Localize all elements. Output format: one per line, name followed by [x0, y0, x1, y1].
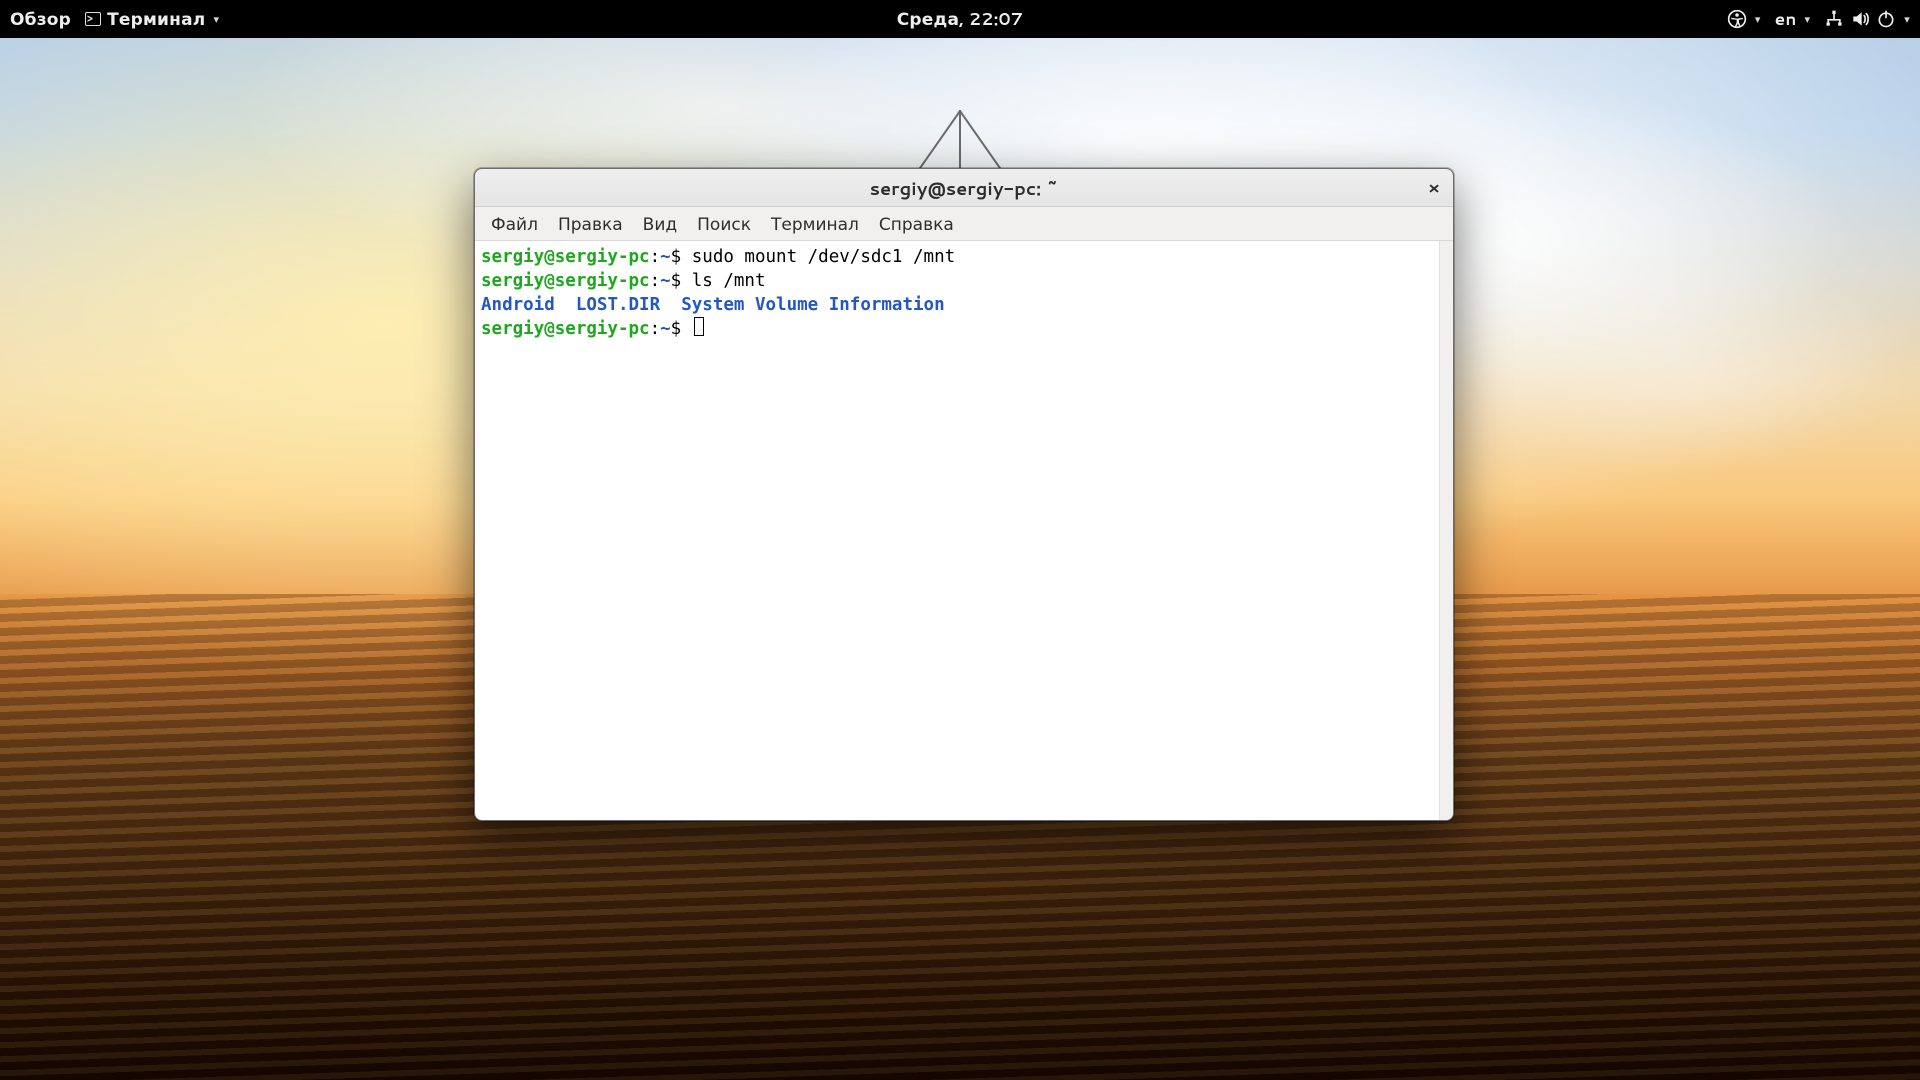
window-titlebar[interactable]: sergiy@sergiy-pc: ~ × — [475, 169, 1453, 207]
terminal-textarea[interactable]: sergiy@sergiy-pc:~$ sudo mount /dev/sdc1… — [475, 241, 1439, 820]
chevron-down-icon: ▾ — [1805, 11, 1811, 27]
network-wired-icon — [1824, 9, 1844, 29]
terminal-window: sergiy@sergiy-pc: ~ × Файл Правка Вид По… — [474, 168, 1454, 821]
volume-icon — [1850, 9, 1870, 29]
gnome-topbar: Обзор Терминал ▾ Среда, 22:07 ▾ en ▾ — [0, 0, 1920, 38]
menu-view[interactable]: Вид — [635, 208, 685, 240]
accessibility-menu[interactable]: ▾ — [1727, 9, 1761, 29]
system-status-area[interactable]: ▾ — [1824, 9, 1910, 29]
clock-label: Среда, 22:07 — [897, 7, 1024, 31]
terminal-scrollbar[interactable] — [1439, 241, 1453, 820]
window-close-button[interactable]: × — [1421, 175, 1447, 201]
menu-help[interactable]: Справка — [871, 208, 962, 240]
menu-edit[interactable]: Правка — [550, 208, 631, 240]
chevron-down-icon: ▾ — [1755, 11, 1761, 27]
power-icon — [1876, 9, 1896, 29]
close-icon: × — [1428, 176, 1440, 200]
activities-button[interactable]: Обзор — [10, 7, 71, 31]
accessibility-icon — [1727, 9, 1747, 29]
chevron-down-icon: ▾ — [213, 11, 219, 27]
clock-button[interactable]: Среда, 22:07 — [897, 7, 1024, 31]
terminal-app-icon — [85, 12, 101, 26]
menu-search[interactable]: Поиск — [689, 208, 759, 240]
chevron-down-icon: ▾ — [1904, 11, 1910, 27]
app-menu[interactable]: Терминал ▾ — [85, 7, 219, 31]
terminal-menubar: Файл Правка Вид Поиск Терминал Справка — [475, 207, 1453, 241]
menu-file[interactable]: Файл — [483, 208, 546, 240]
window-title: sergiy@sergiy-pc: ~ — [870, 175, 1059, 201]
app-menu-label: Терминал — [107, 7, 205, 31]
input-lang-label: en — [1775, 7, 1797, 31]
menu-terminal[interactable]: Терминал — [763, 208, 867, 240]
activities-label: Обзор — [10, 7, 71, 31]
input-source-menu[interactable]: en ▾ — [1775, 7, 1811, 31]
